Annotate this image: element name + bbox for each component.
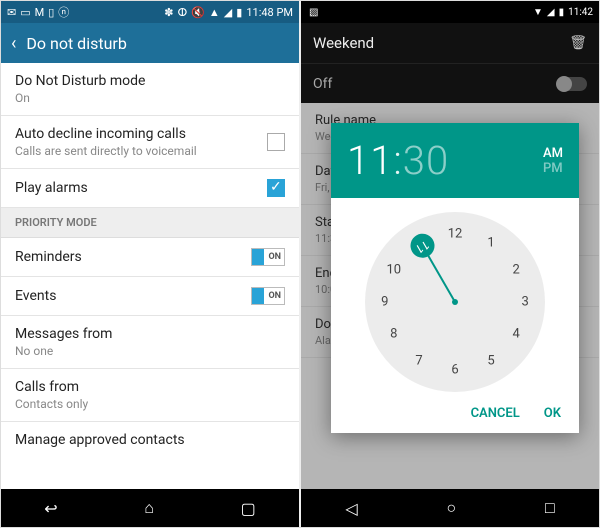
- clock-face[interactable]: 11 12 1 2 3 4 5 6 7 8 9 10 11: [365, 212, 545, 392]
- status-bar: ▧ ▼ ◢ ▮ 11:42: [301, 1, 599, 23]
- row-messages-from[interactable]: Messages from No one: [1, 316, 299, 369]
- row-reminders[interactable]: Reminders ON: [1, 238, 299, 277]
- delete-icon[interactable]: 🗑: [569, 35, 587, 51]
- switch-off[interactable]: [557, 77, 587, 91]
- status-bar: ✉ ▭ M ▯ ⓝ ✽ ⵀ 🔇 ▲ ◢ ▮ 11:48 PM: [1, 1, 299, 23]
- title-bar: ‹ Do not disturb: [1, 23, 299, 63]
- row-events[interactable]: Events ON: [1, 277, 299, 316]
- row-sub: No one: [15, 344, 112, 358]
- signal-icon: ◢: [224, 7, 232, 18]
- toggle-on[interactable]: ON: [251, 248, 285, 266]
- picker-hour[interactable]: 11: [347, 137, 393, 184]
- clock-hand[interactable]: 11: [422, 245, 456, 302]
- row-title: Auto decline incoming calls: [15, 126, 197, 142]
- back-icon[interactable]: ‹: [11, 33, 16, 54]
- nav-bar: ◁ ○ □: [301, 489, 599, 527]
- row-title: Do Not Disturb mode: [15, 73, 145, 89]
- picker-minute[interactable]: 30: [403, 137, 449, 184]
- row-title: Messages from: [15, 326, 112, 342]
- checkbox-checked[interactable]: [267, 179, 285, 197]
- nfc-icon: ⓝ: [58, 7, 69, 18]
- picker-header: 11:30 AM PM: [331, 123, 579, 198]
- am-label[interactable]: AM: [543, 146, 563, 161]
- dnd-icon: ✽: [164, 7, 173, 18]
- mute-icon: 🔇: [191, 7, 205, 18]
- bt-icon: ⵀ: [177, 7, 187, 18]
- gmail-icon: M: [35, 7, 45, 18]
- ok-button[interactable]: OK: [544, 406, 561, 421]
- toggle-on[interactable]: ON: [251, 287, 285, 305]
- row-sub: Calls are sent directly to voicemail: [15, 144, 197, 158]
- checkbox-unchecked[interactable]: [267, 133, 285, 151]
- clock-text: 11:48 PM: [246, 7, 293, 18]
- row-sub: Contacts only: [15, 397, 88, 411]
- recent-nav-icon[interactable]: ▢: [241, 499, 256, 518]
- row-play-alarms[interactable]: Play alarms: [1, 169, 299, 208]
- row-calls-from[interactable]: Calls from Contacts only: [1, 369, 299, 422]
- row-manage-contacts[interactable]: Manage approved contacts: [1, 422, 299, 458]
- row-title: Reminders: [15, 249, 82, 265]
- battery-icon: ▮: [236, 7, 242, 18]
- recent-nav-icon[interactable]: □: [545, 498, 555, 518]
- row-title: Calls from: [15, 379, 88, 395]
- header: Weekend 🗑: [301, 23, 599, 63]
- left-phone: ✉ ▭ M ▯ ⓝ ✽ ⵀ 🔇 ▲ ◢ ▮ 11:48 PM ‹ Do not …: [1, 1, 299, 527]
- wifi-icon: ▲: [209, 7, 220, 18]
- cancel-button[interactable]: CANCEL: [471, 406, 520, 421]
- row-dnd-mode[interactable]: Do Not Disturb mode On: [1, 63, 299, 116]
- row-auto-decline[interactable]: Auto decline incoming calls Calls are se…: [1, 116, 299, 169]
- row-sub: On: [15, 91, 145, 105]
- page-title: Do not disturb: [26, 34, 126, 53]
- row-title: Events: [15, 288, 56, 304]
- row-title: Play alarms: [15, 180, 88, 196]
- home-nav-icon[interactable]: ○: [446, 498, 456, 518]
- battery-icon: ▮: [559, 7, 565, 18]
- sim-icon: ▯: [48, 7, 54, 18]
- pm-label[interactable]: PM: [543, 161, 563, 176]
- row-title: Manage approved contacts: [15, 432, 185, 448]
- clock-text: 11:42: [568, 7, 593, 18]
- home-nav-icon[interactable]: ⌂: [144, 498, 154, 518]
- background-list: Rule name Weekend Days Fri, Sat Start ti…: [301, 103, 599, 489]
- right-phone: ▧ ▼ ◢ ▮ 11:42 Weekend 🗑 Off Rule name We…: [299, 1, 599, 527]
- off-label: Off: [313, 76, 332, 92]
- mail-icon: ✉: [7, 7, 16, 18]
- off-row[interactable]: Off: [301, 63, 599, 103]
- back-nav-icon[interactable]: ↩: [44, 499, 57, 518]
- wifi-icon: ▼: [533, 7, 543, 18]
- section-header: PRIORITY MODE: [1, 208, 299, 238]
- signal-icon: ◢: [547, 7, 555, 18]
- back-nav-icon[interactable]: ◁: [345, 499, 357, 518]
- chat-icon: ▭: [20, 7, 30, 18]
- screenshot-icon: ▧: [309, 7, 318, 18]
- page-title: Weekend: [313, 34, 374, 52]
- time-picker-dialog: 11:30 AM PM 11 12 1 2 3 4: [331, 123, 579, 433]
- settings-list: Do Not Disturb mode On Auto decline inco…: [1, 63, 299, 489]
- nav-bar: ↩ ⌂ ▢: [1, 489, 299, 527]
